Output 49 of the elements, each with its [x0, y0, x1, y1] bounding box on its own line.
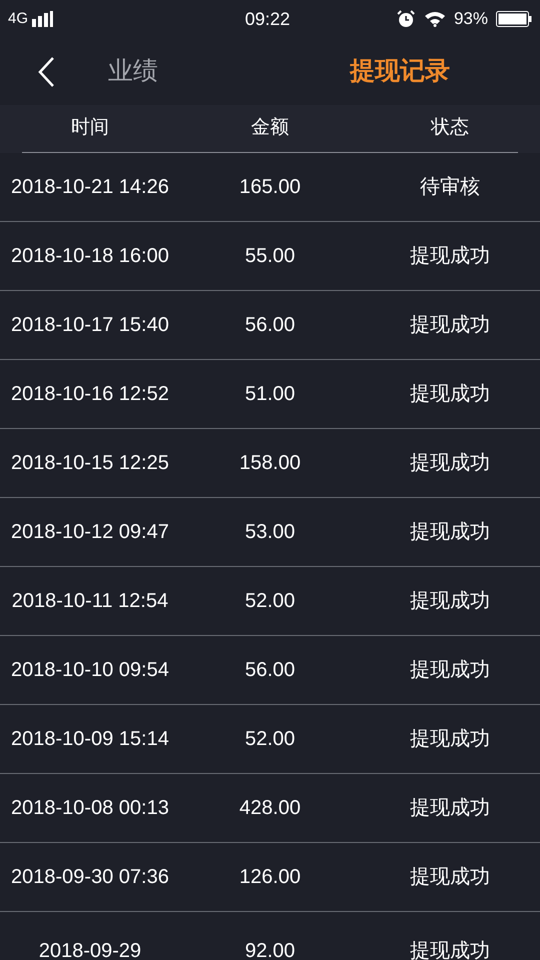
amount-cell-text: 56.00 — [244, 313, 296, 338]
time-cell-text: 2018-09-30 07:36 — [10, 865, 170, 890]
amount-cell-text: 428.00 — [238, 796, 302, 821]
wifi-icon — [424, 11, 446, 27]
status-time: 09:22 — [245, 8, 290, 30]
column-header: 状态 — [430, 116, 470, 140]
amount-cell-text: 126.00 — [238, 865, 302, 890]
time-cell-text: 2018-10-16 12:52 — [10, 382, 170, 407]
amount-cell-text: 53.00 — [244, 520, 296, 545]
amount-cell-text: 55.00 — [244, 244, 296, 269]
nav-tab[interactable]: 业绩 — [108, 52, 158, 90]
amount-cell-text: 158.00 — [238, 451, 302, 476]
nav-tab[interactable]: 提现记录 — [350, 52, 450, 90]
status-cell-text: 提现成功 — [409, 939, 491, 960]
time-cell-text: 2018-10-21 14:26 — [10, 175, 170, 200]
time-cell-text: 2018-10-17 15:40 — [10, 313, 170, 338]
amount-cell-text: 51.00 — [244, 382, 296, 407]
alarm-icon — [396, 9, 416, 29]
time-cell-text: 2018-09-29 — [38, 939, 142, 960]
status-cell-text: 提现成功 — [409, 313, 491, 338]
status-cell-text: 提现成功 — [409, 382, 491, 407]
battery-percent: 93% — [454, 8, 488, 30]
time-cell-text: 2018-10-08 00:13 — [10, 796, 170, 821]
signal-icon — [32, 11, 54, 27]
amount-cell-text: 56.00 — [244, 658, 296, 683]
status-cell-text: 提现成功 — [409, 244, 491, 269]
status-cell-text: 待审核 — [419, 175, 481, 200]
network-label: 4G — [8, 8, 28, 29]
time-cell-text: 2018-10-11 12:54 — [10, 589, 170, 614]
time-cell-text: 2018-10-10 09:54 — [10, 658, 170, 683]
amount-cell-text: 52.00 — [244, 727, 296, 752]
amount-cell-text: 92.00 — [244, 939, 296, 960]
column-header: 时间 — [70, 116, 110, 140]
status-cell-text: 提现成功 — [409, 727, 491, 752]
status-cell-text: 提现成功 — [409, 589, 491, 614]
status-cell-text: 提现成功 — [409, 865, 491, 890]
column-header: 金额 — [250, 116, 290, 140]
back-icon — [37, 56, 55, 88]
status-cell-text: 提现成功 — [409, 658, 491, 683]
battery-icon — [496, 11, 532, 27]
status-cell-text: 提现成功 — [409, 520, 491, 545]
time-cell-text: 2018-10-15 12:25 — [10, 451, 170, 476]
time-cell-text: 2018-10-09 15:14 — [10, 727, 170, 752]
time-cell-text: 2018-10-12 09:47 — [10, 520, 170, 545]
amount-cell-text: 52.00 — [244, 589, 296, 614]
status-cell-text: 提现成功 — [409, 796, 491, 821]
time-cell-text: 2018-10-18 16:00 — [10, 244, 170, 269]
status-cell-text: 提现成功 — [409, 451, 491, 476]
amount-cell-text: 165.00 — [238, 175, 302, 200]
